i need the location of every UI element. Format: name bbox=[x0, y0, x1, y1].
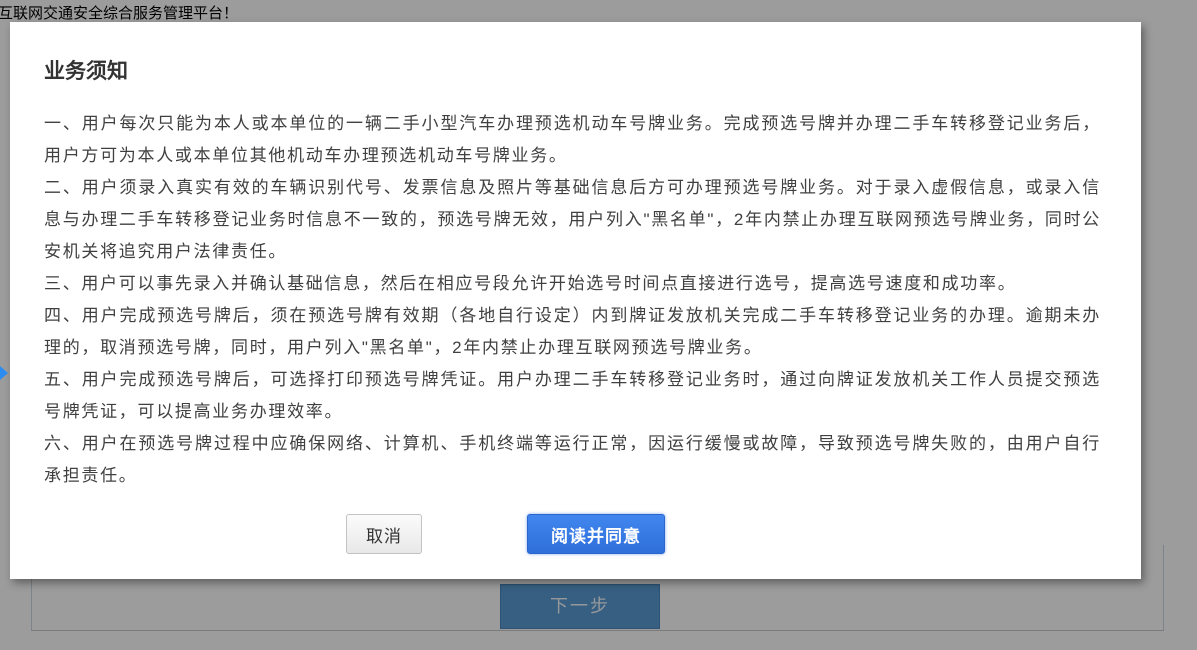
notice-paragraph: 六、用户在预选号牌过程中应确保网络、计算机、手机终端等运行正常，因运行缓慢或故障… bbox=[44, 428, 1101, 492]
notice-text: 一、用户每次只能为本人或本单位的一辆二手小型汽车办理预选机动车号牌业务。完成预选… bbox=[44, 108, 1101, 492]
notice-paragraph: 四、用户完成预选号牌后，须在预选号牌有效期（各地自行设定）内到牌证发放机关完成二… bbox=[44, 300, 1101, 364]
notice-paragraph: 二、用户须录入真实有效的车辆识别代号、发票信息及照片等基础信息后方可办理预选号牌… bbox=[44, 172, 1101, 268]
notice-paragraph: 三、用户可以事先录入并确认基础信息，然后在相应号段允许开始选号时间点直接进行选号… bbox=[44, 268, 1101, 300]
cancel-button[interactable]: 取消 bbox=[346, 514, 422, 554]
left-edge-arrow-icon bbox=[0, 366, 8, 380]
modal-title: 业务须知 bbox=[44, 55, 1101, 85]
notice-paragraph: 五、用户完成预选号牌后，可选择打印预选号牌凭证。用户办理二手车转移登记业务时，通… bbox=[44, 364, 1101, 428]
notice-modal: 业务须知 一、用户每次只能为本人或本单位的一辆二手小型汽车办理预选机动车号牌业务… bbox=[10, 22, 1141, 579]
notice-paragraph: 一、用户每次只能为本人或本单位的一辆二手小型汽车办理预选机动车号牌业务。完成预选… bbox=[44, 108, 1101, 172]
agree-button[interactable]: 阅读并同意 bbox=[527, 514, 665, 554]
